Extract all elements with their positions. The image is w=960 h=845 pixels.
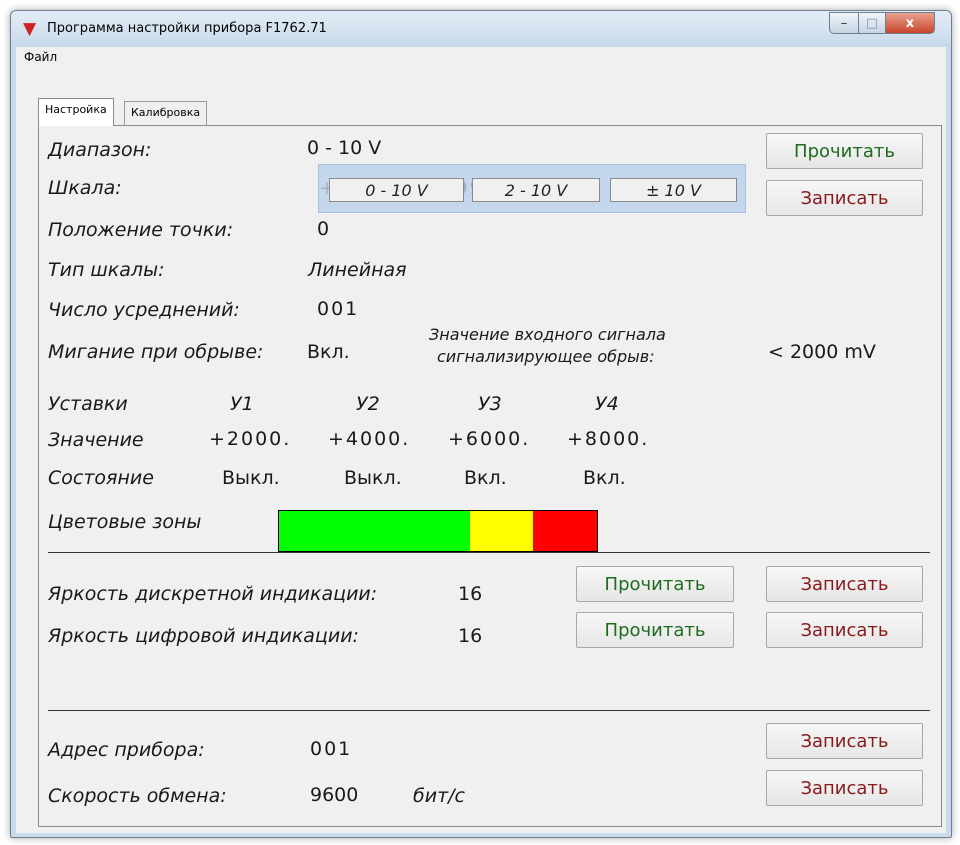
baud-rate-value: 9600 (310, 784, 359, 806)
setpoint-4-state: Вкл. (583, 467, 626, 489)
write-address-button[interactable]: Записать (766, 723, 923, 759)
range-value: 0 - 10 V (307, 137, 382, 159)
break-signal-label-1: Значение входного сигнала (429, 325, 666, 344)
window-title: Программа настройки прибора F1762.71 (47, 21, 327, 36)
read-digital-brightness-button[interactable]: Прочитать (576, 612, 734, 648)
write-baud-rate-button[interactable]: Записать (766, 770, 923, 806)
close-button[interactable]: x (885, 12, 935, 34)
setpoint-value-label: Значение (48, 429, 144, 451)
setpoint-3-state: Вкл. (464, 467, 507, 489)
tab-settings[interactable]: Настройка (38, 98, 114, 126)
setpoint-2-name: У2 (356, 393, 380, 415)
blink-value: Вкл. (307, 341, 350, 363)
color-zones-label: Цветовые зоны (48, 511, 202, 533)
digital-brightness-label: Яркость цифровой индикации: (48, 625, 359, 647)
read-range-button[interactable]: Прочитать (766, 133, 923, 169)
baud-rate-unit: бит/с (413, 785, 465, 807)
setpoint-1-state: Выкл. (222, 467, 280, 489)
setpoint-3-value: +6000. (448, 428, 531, 450)
discrete-brightness-value: 16 (458, 583, 483, 605)
divider-1 (48, 552, 930, 553)
averaging-label: Число усреднений: (48, 299, 240, 321)
scale-popup: +0000. +9999. 0 - 10 V 2 - 10 V ± 10 V (318, 164, 746, 213)
averaging-value: 001 (317, 298, 360, 320)
scale-type-label: Тип шкалы: (48, 259, 165, 281)
scale-label: Шкала: (48, 177, 122, 199)
break-signal-label-2: сигнализирующее обрыв: (437, 347, 655, 366)
color-zones-bar (278, 510, 598, 552)
color-zone-1 (279, 511, 470, 551)
range-label: Диапазон: (48, 139, 152, 161)
title-bar[interactable]: ▼ Программа настройки прибора F1762.71 –… (11, 11, 951, 47)
maximize-button[interactable]: □ (858, 12, 886, 34)
setpoint-4-name: У4 (595, 393, 619, 415)
scale-option-pm-10v[interactable]: ± 10 V (610, 178, 737, 202)
setpoint-1-name: У1 (230, 393, 254, 415)
app-window: ▼ Программа настройки прибора F1762.71 –… (10, 10, 952, 838)
read-discrete-brightness-button[interactable]: Прочитать (576, 566, 734, 602)
menu-file[interactable]: Файл (24, 50, 57, 64)
tab-calibration[interactable]: Калибровка (124, 101, 208, 125)
setpoint-1-value: +2000. (209, 428, 292, 450)
color-zone-2 (469, 511, 534, 551)
color-zone-3 (533, 511, 597, 551)
setpoint-4-value: +8000. (567, 428, 650, 450)
setpoint-2-value: +4000. (328, 428, 411, 450)
write-range-button[interactable]: Записать (766, 180, 923, 216)
v-logo-icon: ▼ (23, 19, 37, 39)
write-digital-brightness-button[interactable]: Записать (766, 612, 923, 648)
baud-rate-label: Скорость обмена: (48, 785, 227, 807)
device-address-label: Адрес прибора: (48, 739, 205, 761)
scale-type-value: Линейная (308, 259, 407, 281)
digital-brightness-value: 16 (458, 625, 483, 647)
setpoints-header: Уставки (48, 393, 128, 415)
write-discrete-brightness-button[interactable]: Записать (766, 566, 923, 602)
decimal-value: 0 (317, 218, 330, 240)
minimize-button[interactable]: – (829, 12, 859, 34)
setpoint-state-label: Состояние (48, 467, 154, 489)
menu-bar: Файл (16, 47, 946, 67)
setpoint-2-state: Выкл. (344, 467, 402, 489)
discrete-brightness-label: Яркость дискретной индикации: (48, 583, 378, 605)
decimal-label: Положение точки: (48, 219, 234, 241)
scale-option-2-10v[interactable]: 2 - 10 V (472, 178, 600, 202)
blink-label: Мигание при обрыве: (48, 341, 264, 363)
break-signal-value: < 2000 mV (768, 341, 876, 363)
setpoint-3-name: У3 (478, 393, 502, 415)
scale-option-0-10v[interactable]: 0 - 10 V (329, 178, 464, 202)
device-address-value: 001 (310, 738, 353, 760)
divider-2 (48, 710, 930, 711)
